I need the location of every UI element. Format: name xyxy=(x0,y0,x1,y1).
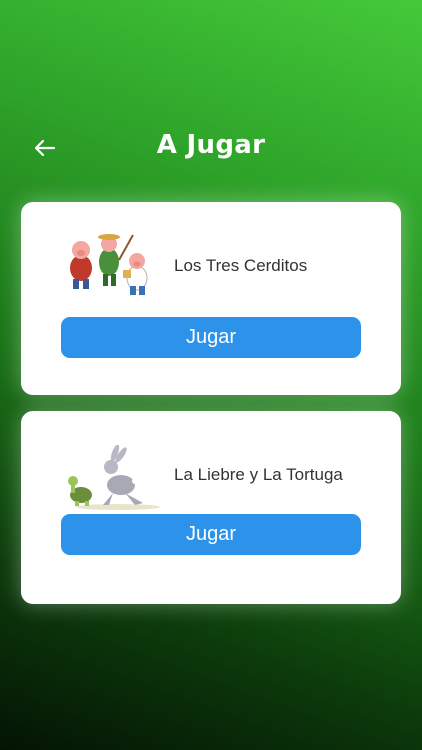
play-button[interactable]: Jugar xyxy=(61,317,361,358)
story-card-tres-cerditos: Los Tres Cerditos Jugar xyxy=(21,202,401,395)
story-title: Los Tres Cerditos xyxy=(174,256,308,275)
three-little-pigs-illustration xyxy=(70,234,148,295)
app-header: A Jugar xyxy=(0,128,422,168)
hare-and-tortoise-illustration xyxy=(68,445,160,510)
story-title: La Liebre y La Tortuga xyxy=(174,465,343,484)
page-title: A Jugar xyxy=(156,130,266,160)
play-button[interactable]: Jugar xyxy=(61,514,361,555)
story-card-liebre-tortuga: La Liebre y La Tortuga Jugar xyxy=(21,411,401,604)
